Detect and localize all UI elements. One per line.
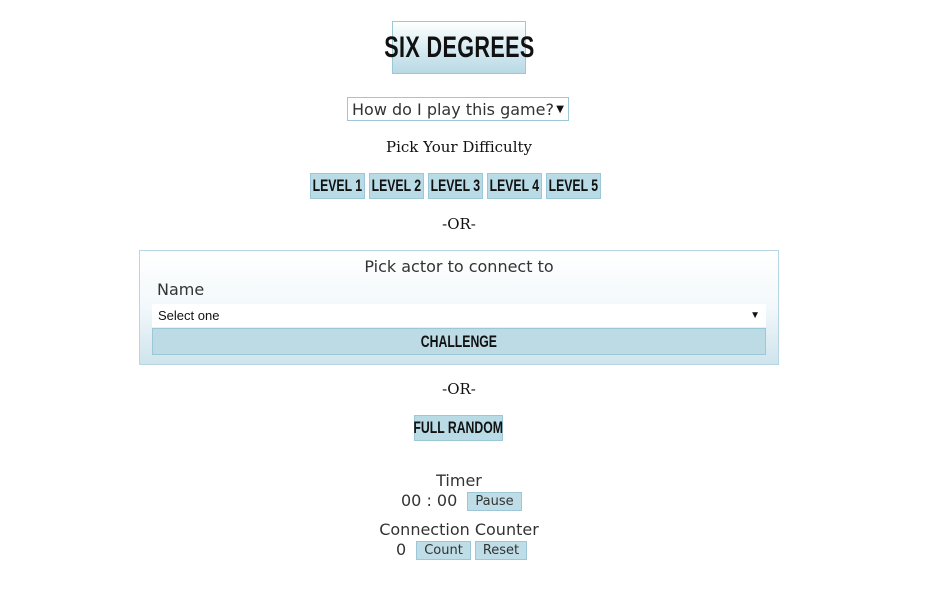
level-5-button[interactable]: LEVEL 5 (546, 173, 601, 199)
difficulty-label: Pick Your Difficulty (385, 138, 532, 156)
full-random-button[interactable]: FULL RANDOM (414, 415, 503, 441)
chevron-down-icon: ▼ (556, 103, 564, 115)
actor-select-value: Select one (158, 308, 220, 323)
actor-select[interactable]: Select one ▼ (152, 304, 766, 327)
full-random-label: FULL RANDOM (413, 418, 504, 437)
or-separator-2: -OR- (442, 380, 476, 398)
actor-panel-heading: Pick actor to connect to (364, 257, 554, 276)
level-buttons: LEVEL 1 LEVEL 2 LEVEL 3 LEVEL 4 LEVEL 5 (310, 173, 601, 199)
pause-button[interactable]: Pause (467, 492, 522, 511)
level-1-button[interactable]: LEVEL 1 (310, 173, 365, 199)
connection-counter-value: 0 (396, 540, 407, 559)
how-to-play-dropdown[interactable]: How do I play this game? ▼ (347, 97, 569, 121)
connection-counter-label: Connection Counter (379, 520, 539, 539)
level-3-button[interactable]: LEVEL 3 (428, 173, 483, 199)
game-title-text: SIX DEGREES (383, 30, 535, 64)
level-1-label: LEVEL 1 (312, 176, 363, 195)
level-4-button[interactable]: LEVEL 4 (487, 173, 542, 199)
challenge-button[interactable]: CHALLENGE (152, 328, 766, 355)
reset-button[interactable]: Reset (475, 541, 527, 560)
level-5-label: LEVEL 5 (548, 176, 599, 195)
game-title: SIX DEGREES (384, 21, 534, 74)
level-4-label: LEVEL 4 (489, 176, 540, 195)
count-button[interactable]: Count (416, 541, 471, 560)
challenge-label: CHALLENGE (420, 331, 498, 351)
level-2-label: LEVEL 2 (371, 176, 422, 195)
timer-label: Timer (436, 471, 482, 490)
chevron-down-icon: ▼ (750, 310, 760, 321)
actor-panel: Pick actor to connect to Name Select one… (139, 250, 779, 365)
how-to-play-selected: How do I play this game? (352, 99, 554, 119)
level-2-button[interactable]: LEVEL 2 (369, 173, 424, 199)
level-3-label: LEVEL 3 (430, 176, 481, 195)
name-label: Name (157, 280, 205, 299)
timer-value: 00 : 00 (401, 491, 458, 510)
or-separator-1: -OR- (442, 215, 476, 233)
